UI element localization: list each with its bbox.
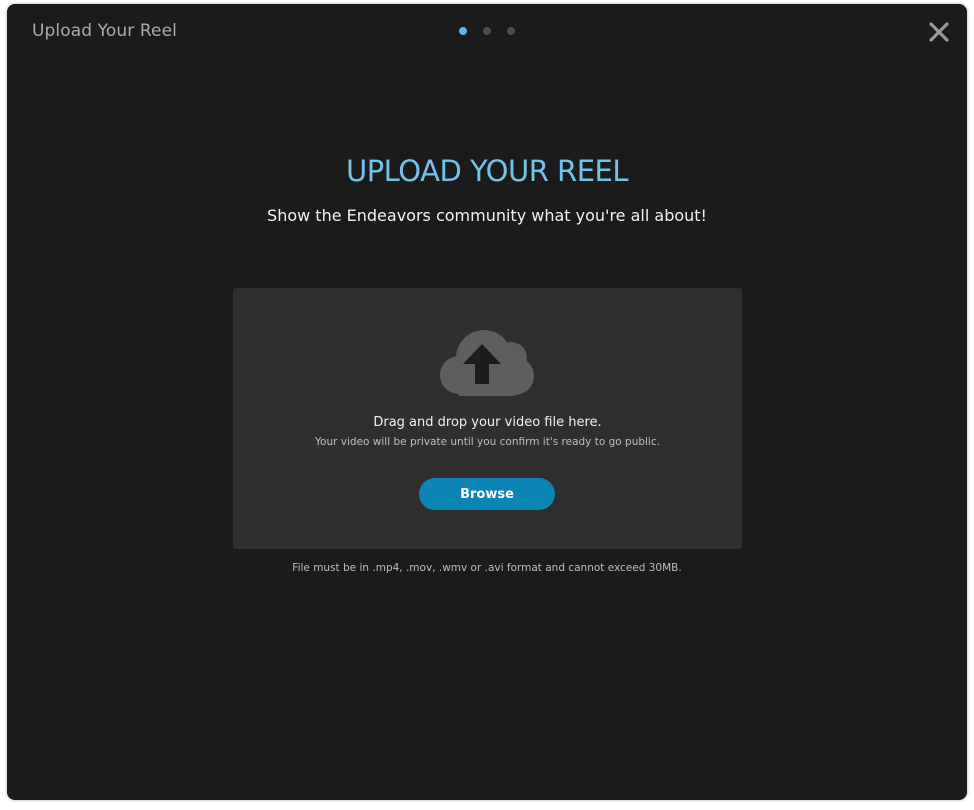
step-dot-3 bbox=[507, 27, 515, 35]
video-dropzone[interactable]: Drag and drop your video file here. Your… bbox=[233, 288, 742, 549]
modal-title: Upload Your Reel bbox=[32, 21, 177, 41]
cloud-upload-icon bbox=[440, 330, 534, 396]
step-dot-1 bbox=[459, 27, 467, 35]
upload-reel-modal: Upload Your Reel UPLOAD YOUR REEL Show t… bbox=[7, 4, 967, 800]
page-heading: UPLOAD YOUR REEL bbox=[345, 154, 629, 188]
dropzone-instruction: Drag and drop your video file here. bbox=[373, 415, 602, 430]
privacy-note: Your video will be private until you con… bbox=[315, 436, 660, 448]
close-button[interactable] bbox=[927, 20, 951, 44]
page-subheading: Show the Endeavors community what you're… bbox=[267, 206, 707, 225]
close-icon bbox=[929, 22, 949, 42]
file-format-note: File must be in .mp4, .mov, .wmv or .avi… bbox=[292, 562, 682, 574]
step-dot-2 bbox=[483, 27, 491, 35]
browse-button[interactable]: Browse bbox=[419, 478, 555, 510]
